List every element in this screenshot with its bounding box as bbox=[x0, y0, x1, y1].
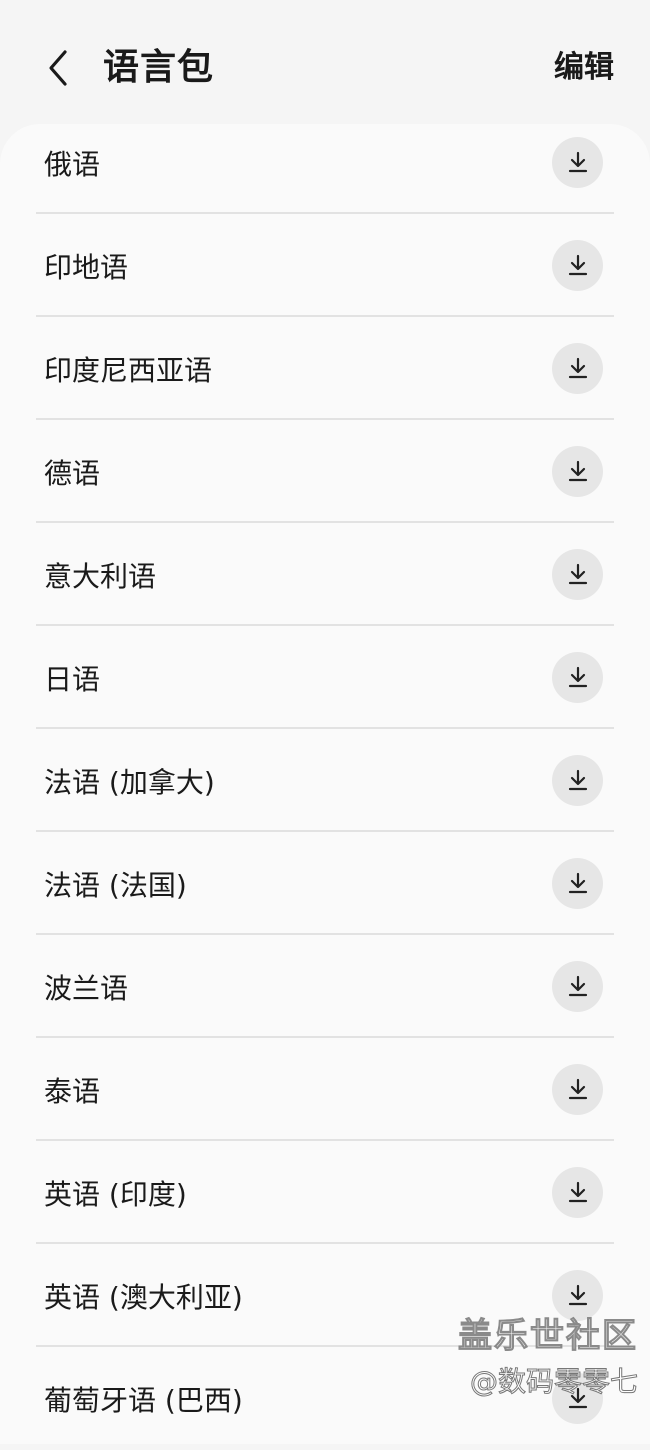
list-item[interactable]: 印地语 bbox=[0, 214, 650, 317]
download-icon bbox=[568, 151, 587, 173]
download-icon bbox=[568, 872, 587, 894]
watermark-author: @数码零零七 bbox=[469, 1365, 638, 1399]
language-label: 波兰语 bbox=[44, 971, 129, 1005]
download-icon bbox=[568, 769, 587, 791]
list-item[interactable]: 德语 bbox=[0, 420, 650, 523]
back-button[interactable] bbox=[34, 40, 82, 96]
download-button[interactable] bbox=[552, 136, 603, 188]
watermark-community: 盖乐世社区 bbox=[458, 1316, 638, 1357]
list-item[interactable]: 日语 bbox=[0, 626, 650, 729]
language-label: 俄语 bbox=[44, 147, 101, 181]
list-item[interactable]: 法语 (法国) bbox=[0, 832, 650, 935]
chevron-left-icon bbox=[49, 50, 67, 86]
download-button[interactable] bbox=[552, 445, 603, 497]
download-button[interactable] bbox=[552, 342, 603, 394]
edit-button[interactable]: 编辑 bbox=[554, 48, 614, 88]
language-label: 葡萄牙语 (巴西) bbox=[44, 1383, 243, 1417]
download-button[interactable] bbox=[552, 651, 603, 703]
download-icon bbox=[568, 254, 587, 276]
list-item[interactable]: 英语 (印度) bbox=[0, 1141, 650, 1244]
download-button[interactable] bbox=[552, 1166, 603, 1218]
download-icon bbox=[568, 357, 587, 379]
language-label: 印度尼西亚语 bbox=[44, 353, 213, 387]
list-item[interactable]: 意大利语 bbox=[0, 523, 650, 626]
list-item[interactable]: 波兰语 bbox=[0, 935, 650, 1038]
list-item[interactable]: 法语 (加拿大) bbox=[0, 729, 650, 832]
list-item[interactable]: 俄语 bbox=[0, 111, 650, 214]
language-label: 英语 (澳大利亚) bbox=[44, 1280, 243, 1314]
download-icon bbox=[568, 563, 587, 585]
page-title: 语言包 bbox=[103, 47, 215, 88]
language-list: 俄语 印地语 印度尼西亚语 德语 意大利语 日语 法语 (加拿大) 法语 (法国… bbox=[0, 124, 650, 1444]
list-item[interactable]: 泰语 bbox=[0, 1038, 650, 1141]
language-label: 日语 bbox=[44, 662, 101, 696]
language-label: 泰语 bbox=[44, 1074, 101, 1108]
download-button[interactable] bbox=[552, 754, 603, 806]
app-header: 语言包 编辑 bbox=[0, 0, 650, 124]
download-button[interactable] bbox=[552, 857, 603, 909]
language-label: 印地语 bbox=[44, 250, 129, 284]
download-icon bbox=[568, 1181, 587, 1203]
download-button[interactable] bbox=[552, 1063, 603, 1115]
language-label: 英语 (印度) bbox=[44, 1177, 187, 1211]
list-item[interactable]: 印度尼西亚语 bbox=[0, 317, 650, 420]
download-button[interactable] bbox=[552, 960, 603, 1012]
download-icon bbox=[568, 460, 587, 482]
download-icon bbox=[568, 975, 587, 997]
download-button[interactable] bbox=[552, 548, 603, 600]
download-icon bbox=[568, 666, 587, 688]
language-label: 意大利语 bbox=[44, 559, 157, 593]
language-label: 法语 (加拿大) bbox=[44, 765, 215, 799]
download-button[interactable] bbox=[552, 239, 603, 291]
language-label: 法语 (法国) bbox=[44, 868, 187, 902]
language-label: 德语 bbox=[44, 456, 101, 490]
download-icon bbox=[568, 1078, 587, 1100]
download-icon bbox=[568, 1284, 587, 1306]
